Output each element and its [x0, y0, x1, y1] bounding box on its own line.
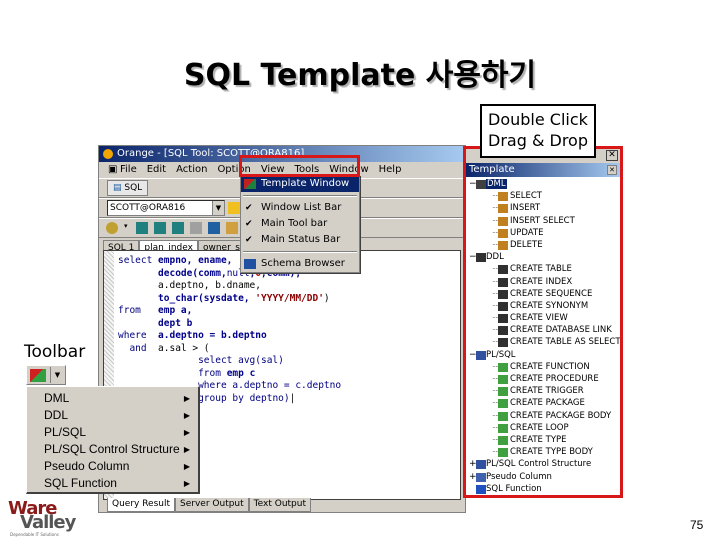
execute-all-icon[interactable]: [154, 222, 166, 234]
mdi-doc-icon[interactable]: ▣: [103, 162, 117, 178]
submenu-arrow-icon: ▶: [183, 411, 190, 420]
orange-logo-icon: [103, 149, 113, 159]
template-icon: [30, 369, 46, 382]
view-menu-highlight: [239, 155, 360, 177]
template-popup-menu: DML ▶ DDL ▶ PL/SQL ▶ PL/SQL Control Structure ▶…: [26, 386, 200, 494]
dropdown-arrow-icon[interactable]: ▾: [124, 222, 130, 234]
check-icon: ✔: [245, 219, 253, 229]
menu-item-main-toolbar[interactable]: ✔ Main Tool bar: [241, 216, 359, 232]
connect-icon[interactable]: [228, 202, 240, 214]
template-icon: [244, 179, 256, 189]
code-token: 'YYYY/MM/DD': [255, 292, 324, 304]
popup-item-dml[interactable]: DML ▶: [27, 390, 198, 407]
check-icon: ✔: [245, 203, 253, 213]
code-token: select avg(sal): [198, 355, 284, 366]
code-token: a.deptno = c.deptno: [232, 380, 342, 391]
menu-action[interactable]: Action: [171, 162, 212, 178]
code-line: dept b: [118, 318, 341, 331]
explain-plan-icon[interactable]: [172, 222, 184, 234]
submenu-arrow-icon: ▶: [183, 462, 190, 471]
tab-query-result[interactable]: Query Result: [107, 498, 176, 512]
popup-item-ddl[interactable]: DDL ▶: [27, 407, 198, 424]
code-token: empno, ename,: [158, 255, 239, 266]
menu-item-schema-browser[interactable]: Schema Browser: [241, 256, 359, 272]
code-token: ): [323, 292, 330, 304]
code-token: decode(comm,: [158, 267, 227, 279]
slide-title: SQL Template 사용하기: [183, 58, 537, 93]
result-tabs: Query Result Server Output Text Output: [107, 498, 311, 512]
popup-item-pseudo-column[interactable]: Pseudo Column ▶: [27, 458, 198, 475]
sql-code: select empno, ename, decode(comm,null,0,…: [118, 255, 341, 405]
code-token: a.sal > (: [158, 342, 210, 354]
menu-help[interactable]: Help: [374, 162, 407, 178]
popup-item-pl-sql-control-structure[interactable]: PL/SQL Control Structure ▶: [27, 441, 198, 458]
menu-separator: [243, 251, 357, 253]
template-toolbar-icon[interactable]: [106, 222, 118, 234]
code-token: to_char(sysdate,: [158, 292, 256, 304]
code-line: from emp a,: [118, 305, 341, 318]
warevalley-logo: Ware Valley Dependable IT Solutions: [8, 498, 76, 537]
menu-separator: [243, 195, 357, 197]
toolbar-label: Toolbar: [24, 342, 86, 362]
schema-browser-icon: [244, 259, 256, 269]
sql-icon: ▤: [113, 183, 125, 193]
template-window-highlight: [463, 146, 623, 498]
code-token: from: [198, 367, 227, 379]
submenu-arrow-icon: ▶: [183, 428, 190, 437]
page-number: 75: [690, 518, 704, 532]
sql-button[interactable]: ▤ SQL: [107, 180, 149, 196]
menu-item-template-window[interactable]: Template Window: [241, 176, 359, 192]
menu-edit[interactable]: Edit: [142, 162, 171, 178]
code-token: emp c: [226, 367, 256, 379]
popup-item-sql-function[interactable]: SQL Function ▶: [27, 475, 198, 492]
code-token: and: [118, 342, 159, 354]
menu-item-window-list-bar[interactable]: ✔ Window List Bar: [241, 200, 359, 216]
code-line: select avg(sal): [118, 355, 341, 368]
open-file-icon[interactable]: [226, 222, 238, 234]
code-token: select: [118, 255, 159, 266]
code-token: deptno): [249, 392, 290, 404]
code-line: from emp c: [118, 368, 341, 381]
execute-icon[interactable]: [136, 222, 148, 234]
popup-item-pl-sql[interactable]: PL/SQL ▶: [27, 424, 198, 441]
submenu-arrow-icon: ▶: [183, 479, 190, 488]
code-token: from: [118, 305, 159, 316]
connection-select[interactable]: SCOTT@ORA816 ▼: [107, 200, 225, 216]
code-token: where: [118, 330, 159, 341]
code-line: where a.deptno = b.deptno: [118, 330, 341, 343]
view-menu-dropdown: Template Window ✔ Window List Bar ✔ Main…: [240, 175, 360, 273]
tab-text-output[interactable]: Text Output: [248, 498, 311, 512]
menu-item-main-status-bar[interactable]: ✔ Main Status Bar: [241, 232, 359, 248]
code-line: a.deptno, b.dname,: [118, 280, 341, 293]
check-icon: ✔: [245, 235, 253, 245]
text-cursor: |: [289, 392, 296, 404]
code-token: a.deptno, b.dname,: [118, 280, 261, 291]
menu-file[interactable]: File: [115, 162, 142, 178]
chevron-down-icon[interactable]: ▼: [212, 201, 224, 215]
template-toolbar-button[interactable]: ▼: [26, 365, 66, 385]
describe-icon[interactable]: [208, 222, 220, 234]
submenu-arrow-icon: ▶: [183, 445, 190, 454]
code-token: emp a,: [158, 305, 193, 316]
callout-line-2: Drag & Drop: [488, 131, 588, 150]
callout-box: Double Click Drag & Drop: [480, 104, 596, 158]
code-token: dept b: [158, 317, 193, 329]
code-token: a.deptno = b.deptno: [158, 330, 267, 341]
code-token: group by: [198, 392, 250, 404]
code-line: to_char(sysdate, 'YYYY/MM/DD'): [118, 293, 341, 306]
chevron-down-icon[interactable]: ▼: [50, 367, 64, 383]
submenu-arrow-icon: ▶: [183, 394, 190, 403]
tab-server-output[interactable]: Server Output: [175, 498, 249, 512]
callout-line-1: Double Click: [488, 110, 588, 129]
code-token: where: [198, 380, 233, 391]
step-icon[interactable]: [190, 222, 202, 234]
code-line: and a.sal > (: [118, 343, 341, 356]
